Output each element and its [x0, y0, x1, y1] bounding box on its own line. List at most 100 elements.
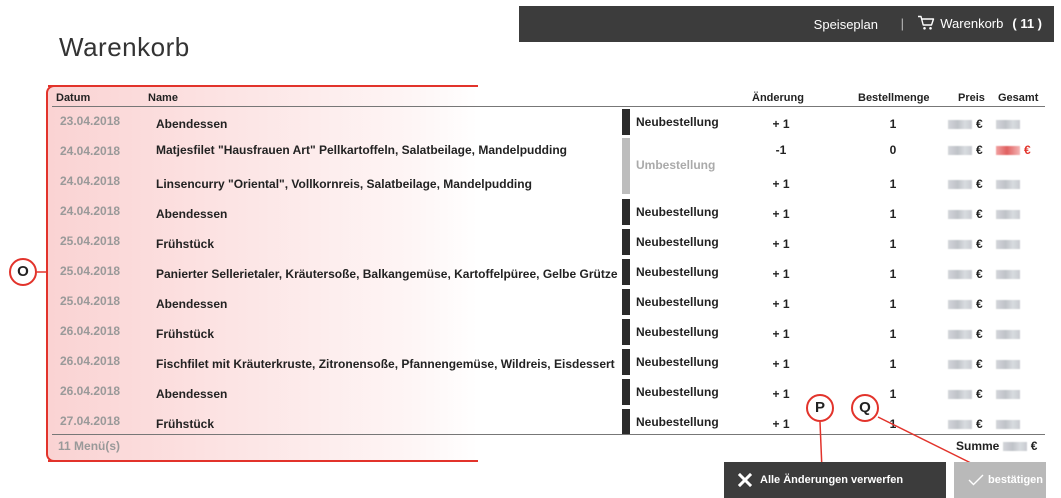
row-total	[996, 387, 1024, 401]
discard-button-label: Alle Änderungen verwerfen	[760, 474, 904, 486]
nav-speiseplan-link[interactable]: Speiseplan	[814, 17, 878, 32]
checkmark-icon	[968, 474, 984, 486]
status-bar	[622, 259, 630, 285]
table-footer: 11 Menü(s) Summe €	[52, 434, 1045, 454]
row-name: Fischfilet mit Kräuterkruste, Zitronenso…	[156, 357, 615, 371]
redacted-value	[996, 390, 1020, 400]
row-price: €	[948, 267, 983, 281]
discard-changes-button[interactable]: Alle Änderungen verwerfen	[724, 462, 946, 498]
row-total	[996, 177, 1024, 191]
row-qty: 1	[889, 207, 897, 221]
redacted-value	[1002, 442, 1027, 452]
row-status: Neubestellung	[636, 415, 719, 429]
row-name: Abendessen	[156, 387, 228, 401]
row-name: Abendessen	[156, 117, 228, 131]
col-header-aenderung: Änderung	[752, 92, 804, 104]
redacted-value	[948, 420, 972, 430]
table-row: 25.04.2018 Panierter Sellerietaler, Kräu…	[52, 257, 1045, 287]
row-name: Linsencurry "Oriental", Vollkornreis, Sa…	[156, 177, 532, 191]
col-header-datum: Datum	[56, 92, 91, 104]
redacted-value	[996, 120, 1020, 130]
cart-icon	[918, 15, 935, 30]
row-status: Neubestellung	[636, 235, 719, 249]
redacted-value	[948, 360, 972, 370]
row-price: €	[948, 417, 983, 431]
table-row: 26.04.2018 Abendessen Neubestellung + 1 …	[52, 377, 1045, 407]
row-price: €	[948, 327, 983, 341]
cart-table: Datum Name Änderung Bestellmenge Preis G…	[52, 91, 1045, 453]
redacted-value	[948, 330, 972, 340]
row-price: €	[948, 297, 983, 311]
table-row: 25.04.2018 Frühstück Neubestellung + 1 1…	[52, 227, 1045, 257]
col-header-preis: Preis	[958, 92, 985, 104]
row-status: Neubestellung	[636, 385, 719, 399]
row-change: + 1	[772, 327, 790, 341]
row-change: + 1	[772, 297, 790, 311]
row-name: Panierter Sellerietaler, Kräutersoße, Ba…	[156, 267, 618, 281]
row-price: €	[948, 177, 983, 191]
redacted-value	[948, 180, 972, 190]
status-bar	[622, 199, 630, 225]
table-row: 24.04.2018 Linsencurry "Oriental", Vollk…	[52, 167, 1045, 197]
row-price: €	[948, 117, 983, 131]
redacted-value	[948, 270, 972, 280]
row-name: Abendessen	[156, 297, 228, 311]
row-total	[996, 417, 1024, 431]
row-qty: 1	[889, 237, 897, 251]
sum-total: Summe €	[956, 439, 1038, 453]
row-qty: 1	[889, 357, 897, 371]
row-total	[996, 357, 1024, 371]
redacted-value	[948, 146, 972, 156]
row-date: 25.04.2018	[60, 294, 121, 308]
redacted-value	[948, 120, 972, 130]
redacted-value	[996, 210, 1020, 220]
row-change: + 1	[772, 387, 790, 401]
row-date: 24.04.2018	[60, 144, 121, 158]
row-name: Frühstück	[156, 327, 215, 341]
status-bar	[622, 349, 630, 375]
row-name: Abendessen	[156, 207, 228, 221]
page-title: Warenkorb	[59, 32, 190, 62]
col-header-gesamt: Gesamt	[998, 92, 1039, 104]
row-price: €	[948, 387, 983, 401]
table-row: 27.04.2018 Frühstück Neubestellung + 1 1…	[52, 407, 1045, 437]
col-header-bestellmenge: Bestellmenge	[858, 92, 930, 104]
table-row: 25.04.2018 Abendessen Neubestellung + 1 …	[52, 287, 1045, 317]
nav-separator: |	[900, 16, 904, 31]
redacted-value	[996, 420, 1020, 430]
sum-label: Summe	[956, 439, 1000, 453]
table-row: 23.04.2018 Abendessen Neubestellung + 1 …	[52, 107, 1045, 137]
row-name: Matjesfilet "Hausfrauen Art" Pellkartoff…	[156, 143, 568, 157]
redacted-value	[948, 240, 972, 250]
row-total	[996, 327, 1024, 341]
redacted-value	[996, 360, 1020, 370]
table-row: 24.04.2018 Abendessen Neubestellung + 1 …	[52, 197, 1045, 227]
row-status: Neubestellung	[636, 355, 719, 369]
nav-cart-link[interactable]: Warenkorb ( 11 )	[917, 15, 1042, 31]
row-name: Frühstück	[156, 237, 215, 251]
redacted-value	[948, 210, 972, 220]
redacted-value	[996, 146, 1020, 156]
cart-label: Warenkorb	[940, 15, 1004, 31]
row-total: €	[996, 143, 1031, 157]
table-row: 26.04.2018 Fischfilet mit Kräuterkruste,…	[52, 347, 1045, 377]
redacted-value	[996, 270, 1020, 280]
status-bar	[622, 289, 630, 315]
confirm-button[interactable]: bestätigen	[954, 462, 1046, 498]
table-row: 24.04.2018 Matjesfilet "Hausfrauen Art" …	[52, 137, 1045, 167]
row-qty: 1	[889, 177, 897, 191]
row-date: 26.04.2018	[60, 324, 121, 338]
row-qty: 1	[889, 297, 897, 311]
row-change: + 1	[772, 267, 790, 281]
row-change: + 1	[772, 177, 790, 191]
row-total	[996, 297, 1024, 311]
callout-q: Q	[851, 394, 879, 422]
row-date: 26.04.2018	[60, 354, 121, 368]
redacted-value	[996, 240, 1020, 250]
row-date: 23.04.2018	[60, 114, 121, 128]
row-qty: 1	[889, 417, 897, 431]
row-total	[996, 237, 1024, 251]
menu-count: 11 Menü(s)	[58, 439, 121, 453]
callout-p: P	[806, 394, 834, 422]
redacted-value	[948, 300, 972, 310]
